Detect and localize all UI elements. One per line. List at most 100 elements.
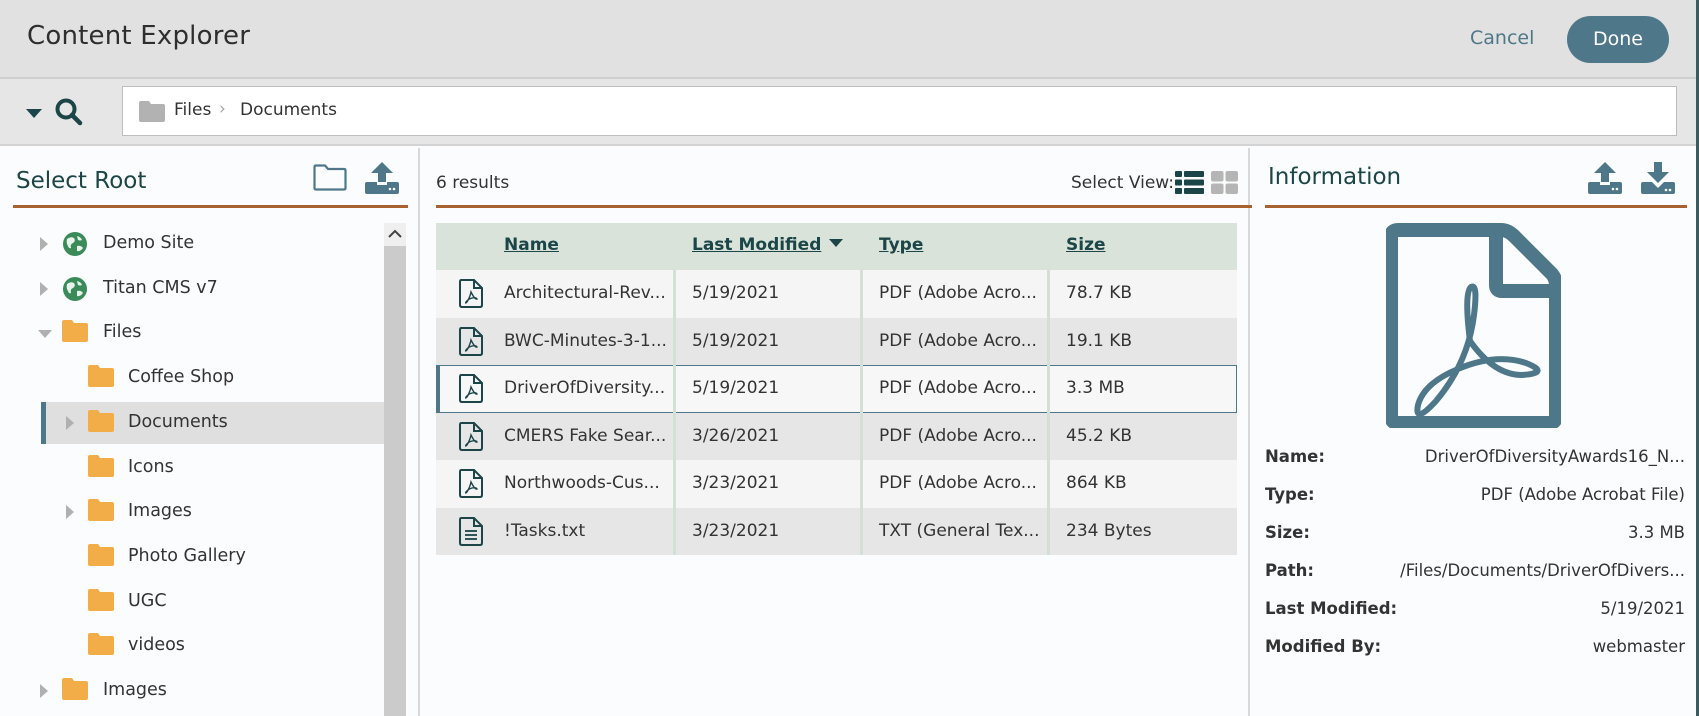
expand-caret-right-icon[interactable]: [40, 237, 48, 251]
table-header: Name Last Modified Type Size: [436, 223, 1237, 270]
tree-item-label: Images: [128, 501, 192, 522]
info-row: Size: 3.3 MB: [1265, 523, 1685, 547]
tree-item[interactable]: Titan CMS v7: [0, 268, 384, 310]
tree-item[interactable]: Photo Gallery: [0, 536, 384, 578]
search-icon[interactable]: [54, 97, 84, 131]
tree-item-label: Coffee Shop: [128, 367, 235, 388]
pdf-file-icon: [1384, 223, 1563, 432]
info-value: 3.3 MB: [1627, 523, 1685, 542]
tree-item-label: Demo Site: [103, 233, 195, 253]
info-label: Last Modified:: [1265, 599, 1398, 618]
folder-icon: [139, 101, 165, 126]
search-options-toggle[interactable]: [26, 104, 42, 123]
column-divider: [1047, 365, 1050, 413]
info-label: Type:: [1265, 485, 1315, 504]
column-divider: [1047, 270, 1050, 318]
cell-size: 234 Bytes: [1066, 520, 1152, 541]
info-value: DriverOfDiversityAwards16_N...: [1424, 447, 1685, 466]
tree-scrollbar[interactable]: [384, 223, 406, 716]
cancel-button[interactable]: Cancel: [1470, 27, 1534, 49]
tree-item[interactable]: Documents: [41, 401, 384, 444]
tree-item[interactable]: Demo Site: [0, 223, 384, 265]
pdf-file-icon: [459, 374, 483, 407]
cell-last-modified: 5/19/2021: [692, 378, 780, 398]
breadcrumb: Files › Documents: [122, 86, 1677, 136]
search-bar: Files › Documents: [0, 79, 1699, 146]
info-label: Name:: [1265, 447, 1325, 466]
info-row: Name: DriverOfDiversityAwards16_N...: [1265, 447, 1685, 471]
expand-caret-right-icon[interactable]: [40, 281, 48, 296]
sort-descending-icon: [829, 239, 844, 247]
info-row: Last Modified: 5/19/2021: [1265, 599, 1685, 623]
upload-icon[interactable]: [1588, 162, 1622, 198]
info-value: webmaster: [1592, 637, 1685, 656]
list-view-icon[interactable]: [1175, 171, 1204, 198]
column-header-label: Last Modified: [692, 235, 822, 255]
cell-last-modified: 3/26/2021: [692, 425, 780, 446]
download-icon[interactable]: [1641, 162, 1675, 198]
results-count: 6 results: [436, 173, 510, 193]
tree-item[interactable]: videos: [0, 625, 384, 667]
scroll-up-button[interactable]: [384, 223, 406, 246]
column-header-size[interactable]: Size: [1066, 235, 1106, 255]
folder-icon: [88, 365, 114, 391]
column-divider: [860, 317, 863, 365]
folder-icon: [88, 499, 114, 525]
column-header-type[interactable]: Type: [879, 235, 923, 255]
caret-down-icon: [26, 109, 42, 118]
information-title: Information: [1268, 164, 1402, 190]
folder-icon: [88, 543, 114, 570]
cell-type: PDF (Adobe Acro...: [879, 283, 1037, 303]
cell-size: 45.2 KB: [1066, 425, 1133, 446]
tree-item[interactable]: Images: [0, 491, 384, 533]
cell-type: PDF (Adobe Acro...: [879, 330, 1037, 351]
pdf-file-icon: [459, 469, 483, 502]
column-divider: [860, 460, 863, 508]
table-row[interactable]: BWC-Minutes-3-1... 5/19/2021 PDF (Adobe Ac…: [436, 317, 1237, 365]
globe-icon: [62, 231, 88, 261]
upload-icon[interactable]: [365, 162, 399, 198]
grid-view-icon[interactable]: [1211, 171, 1238, 198]
done-button[interactable]: Done: [1567, 16, 1669, 63]
folder-icon: [88, 409, 114, 436]
cell-name: Northwoods-Cus...: [504, 473, 660, 493]
tree-item[interactable]: Images: [0, 670, 384, 712]
cell-type: PDF (Adobe Acro...: [879, 378, 1037, 398]
cell-type: PDF (Adobe Acro...: [879, 425, 1037, 446]
new-folder-icon[interactable]: [313, 164, 347, 195]
folder-icon: [62, 678, 88, 704]
table-row[interactable]: !Tasks.txt 3/23/2021 TXT (General Tex... 23…: [436, 507, 1237, 555]
cell-name: !Tasks.txt: [504, 520, 586, 541]
folder-tree: Demo Site Titan CMS v7 Files Coffee Shop Doc…: [0, 223, 384, 716]
tree-item[interactable]: Coffee Shop: [0, 357, 384, 399]
folder-icon: [62, 320, 88, 346]
cell-last-modified: 3/23/2021: [692, 473, 780, 493]
globe-icon: [62, 276, 88, 306]
cell-type: TXT (General Tex...: [879, 520, 1040, 541]
table-row[interactable]: Architectural-Rev... 5/19/2021 PDF (Adobe …: [436, 270, 1237, 318]
info-label: Path:: [1265, 561, 1315, 580]
expand-caret-right-icon[interactable]: [40, 684, 48, 698]
column-header-name[interactable]: Name: [504, 235, 559, 255]
cell-name: Architectural-Rev...: [504, 283, 666, 303]
tree-item[interactable]: Icons: [0, 447, 384, 489]
pdf-file-icon: [459, 279, 483, 312]
cell-size: 864 KB: [1066, 473, 1127, 493]
expand-caret-down-icon[interactable]: [38, 330, 52, 339]
table-row[interactable]: Northwoods-Cus... 3/23/2021 PDF (Adobe Acr…: [436, 460, 1237, 508]
expand-caret-right-icon[interactable]: [66, 415, 74, 430]
tree-item[interactable]: UGC: [0, 581, 384, 623]
select-root-title: Select Root: [16, 168, 147, 194]
tree-item[interactable]: Files: [0, 312, 384, 354]
tree-item-label: Files: [103, 322, 142, 343]
cell-last-modified: 5/19/2021: [692, 283, 780, 303]
expand-caret-right-icon[interactable]: [66, 505, 74, 520]
info-value: PDF (Adobe Acrobat File): [1480, 485, 1685, 504]
info-value: 5/19/2021: [1600, 599, 1685, 618]
table-row[interactable]: DriverOfDiversity... 5/19/2021 PDF (Adobe …: [436, 365, 1237, 413]
column-header-last-modified[interactable]: Last Modified: [692, 235, 844, 255]
breadcrumb-item-files[interactable]: Files: [174, 100, 211, 120]
table-row[interactable]: CMERS Fake Sear... 3/26/2021 PDF (Adobe Ac…: [436, 412, 1237, 460]
tree-item-label: UGC: [128, 590, 167, 611]
dialog-header: Content Explorer Cancel Done: [0, 0, 1699, 79]
